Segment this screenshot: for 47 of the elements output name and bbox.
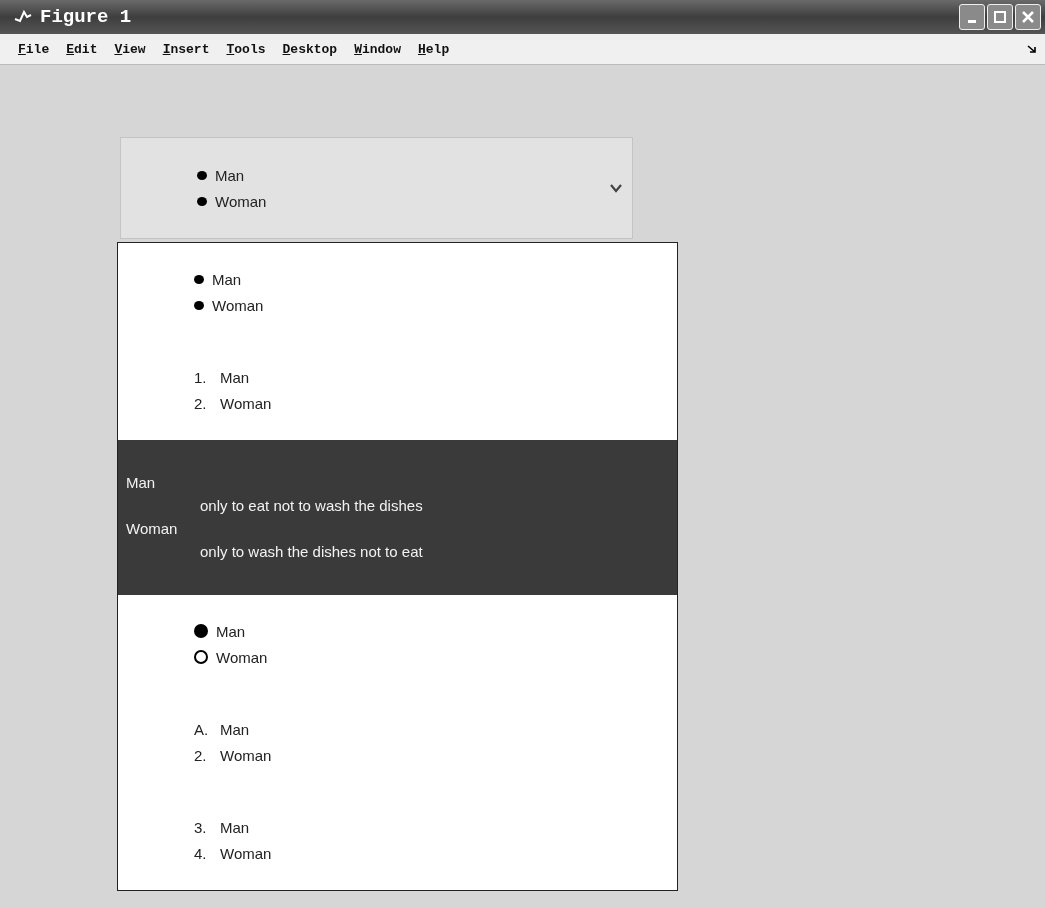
list-marker: 3.	[194, 819, 208, 837]
definition-text: only to eat not to wash the dishes	[200, 497, 423, 515]
menu-item[interactable]: View	[114, 41, 146, 57]
minimize-icon	[968, 19, 976, 23]
popup-listbox[interactable]: Man Woman	[120, 137, 633, 239]
window-title: Figure 1	[40, 6, 132, 28]
menu-item[interactable]: Help	[417, 41, 450, 57]
figure-icon	[14, 9, 32, 25]
maximize-button[interactable]	[987, 4, 1013, 30]
definition-term: Woman	[126, 520, 178, 538]
close-button[interactable]	[1015, 4, 1041, 30]
list-item: Woman	[212, 296, 264, 314]
close-icon	[1021, 10, 1035, 24]
maximize-icon	[993, 10, 1007, 24]
list-item: Woman	[220, 395, 272, 413]
list-item: Man	[220, 720, 250, 738]
menu-item[interactable]: Window	[354, 41, 401, 57]
list-marker: A.	[194, 720, 210, 738]
definition-text: only to wash the dishes not to eat	[200, 543, 423, 561]
list-marker: 2.	[194, 395, 208, 413]
chevron-down-icon[interactable]	[610, 183, 622, 193]
radio-button[interactable]	[194, 624, 208, 638]
minimize-button[interactable]	[959, 4, 985, 30]
menu-item[interactable]: Edit	[66, 41, 98, 57]
menu-item[interactable]: Desktop	[282, 41, 338, 57]
dock-arrow-icon[interactable]	[1027, 44, 1037, 54]
bullet-icon	[194, 300, 204, 310]
menu-item[interactable]: Insert	[162, 41, 210, 57]
bullet-icon	[197, 170, 207, 180]
menu-item[interactable]: File	[18, 41, 50, 57]
list-item: Man	[212, 270, 242, 288]
list-item: Man	[215, 166, 245, 184]
list-item: Woman	[220, 746, 272, 764]
bullet-icon	[194, 274, 204, 284]
bullet-icon	[197, 196, 207, 206]
list-marker: 2.	[194, 746, 208, 764]
list-item: Woman	[215, 192, 267, 210]
radio-label: Woman	[216, 648, 268, 666]
radio-label: Man	[216, 622, 246, 640]
list-item: Man	[220, 819, 250, 837]
list-marker: 4.	[194, 845, 208, 863]
definition-term: Man	[126, 474, 156, 492]
list-item: Woman	[220, 845, 272, 863]
list-marker: 1.	[194, 369, 208, 387]
radio-button[interactable]	[194, 650, 208, 664]
menu-item[interactable]: Tools	[226, 41, 266, 57]
list-item: Man	[220, 369, 250, 387]
